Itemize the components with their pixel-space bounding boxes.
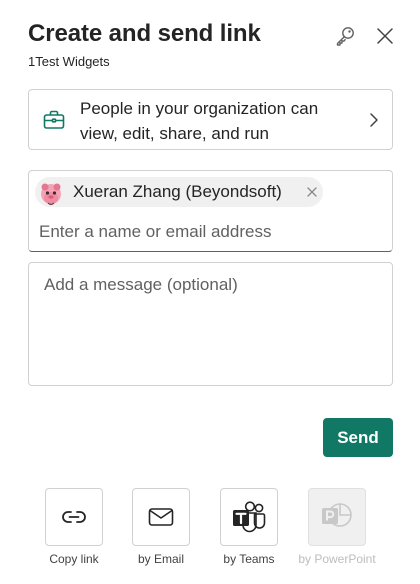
briefcase-icon [43,110,65,129]
copy-link-label: Copy link [49,552,99,566]
recipient-chip[interactable]: Xueran Zhang (Beyondsoft) [35,177,323,207]
link-permissions-button[interactable]: People in your organization can view, ed… [28,89,393,150]
powerpoint-icon [322,503,352,527]
share-email: by Email [116,488,206,578]
share-by-email-button[interactable] [132,488,190,546]
page-title: Create and send link [28,20,261,47]
powerpoint-label: by PowerPoint [298,552,376,566]
close-icon [377,28,393,44]
send-button[interactable]: Send [323,418,393,457]
recipients-field[interactable]: Xueran Zhang (Beyondsoft) [28,170,393,252]
link-settings-button[interactable] [333,24,357,48]
share-teams: by Teams [204,488,294,578]
message-input[interactable] [44,275,379,375]
mail-icon [148,508,174,526]
item-name: 1Test Widgets [28,54,110,69]
link-icon [62,511,86,523]
remove-recipient-icon[interactable] [305,185,319,199]
share-copy-link: Copy link [29,488,119,578]
close-button[interactable] [373,24,397,48]
chevron-right-icon [370,113,378,127]
share-by-teams-button[interactable] [220,488,278,546]
message-field[interactable] [28,262,393,386]
recipient-name: Xueran Zhang (Beyondsoft) [73,182,282,201]
share-powerpoint: by PowerPoint [292,488,382,578]
permission-description: People in your organization can view, ed… [80,99,319,143]
copy-link-button[interactable] [45,488,103,546]
teams-icon [233,501,266,533]
teams-label: by Teams [223,552,275,566]
avatar [41,183,61,206]
recipient-input[interactable] [39,219,384,245]
key-icon [336,27,354,46]
share-by-powerpoint-button[interactable] [308,488,366,546]
email-label: by Email [137,552,184,566]
